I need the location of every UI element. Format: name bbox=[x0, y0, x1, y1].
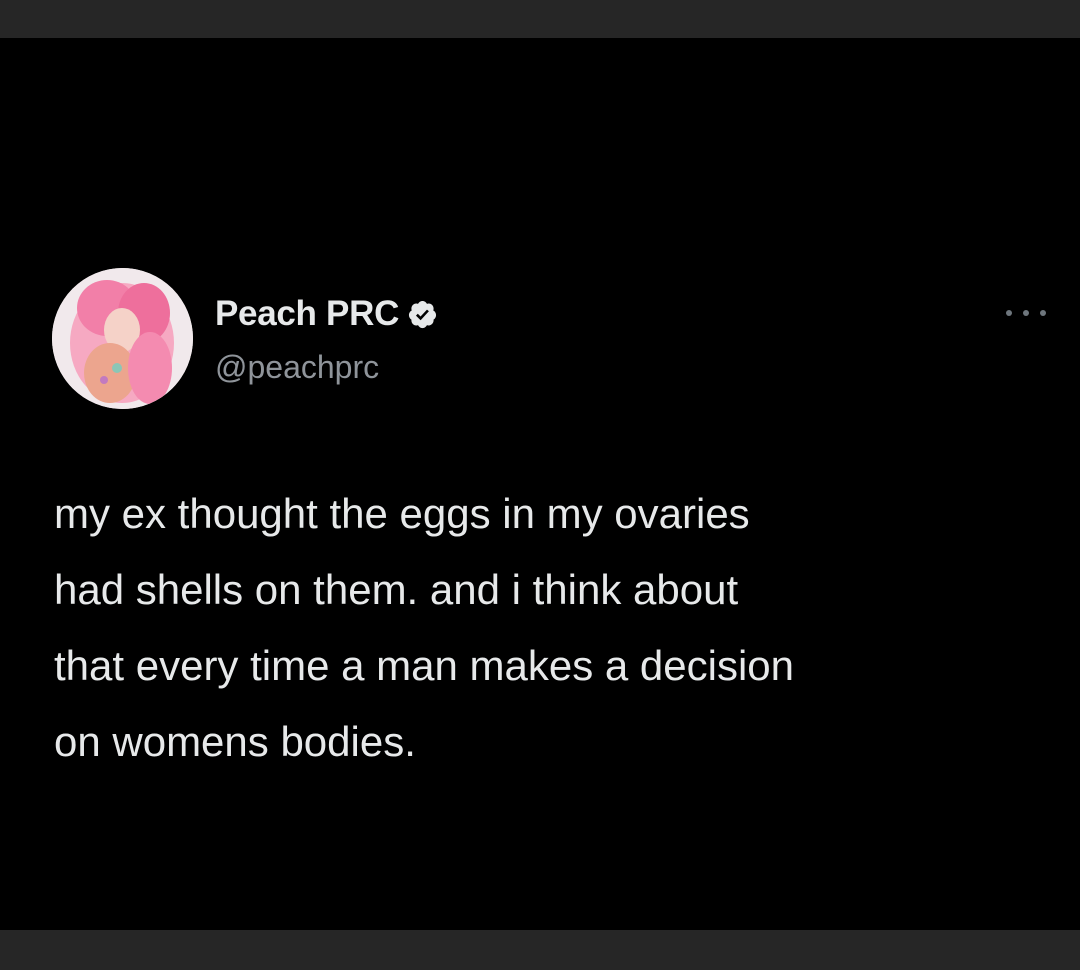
author-name-row[interactable]: Peach PRC bbox=[215, 294, 438, 334]
tweet-text: my ex thought the eggs in my ovaries had… bbox=[54, 476, 1054, 780]
more-dot bbox=[1023, 310, 1029, 316]
more-dot bbox=[1006, 310, 1012, 316]
author-display-name[interactable]: Peach PRC bbox=[215, 294, 399, 334]
tweet-text-line: that every time a man makes a decision bbox=[54, 642, 795, 689]
bottom-frame-bar bbox=[0, 930, 1080, 970]
profile-photo-icon bbox=[52, 268, 193, 409]
screenshot-frame: Peach PRC @peachprc my ex thought the eg… bbox=[0, 0, 1080, 970]
tweet-text-line: my ex thought the eggs in my ovaries bbox=[54, 490, 750, 537]
author-handle[interactable]: @peachprc bbox=[215, 349, 379, 386]
more-dot bbox=[1040, 310, 1046, 316]
verified-badge-icon bbox=[408, 300, 437, 328]
tweet-text-line: had shells on them. and i think about bbox=[54, 566, 739, 613]
top-frame-bar bbox=[0, 0, 1080, 38]
avatar[interactable] bbox=[52, 268, 193, 409]
tweet-text-line: on womens bodies. bbox=[54, 718, 416, 765]
more-options-icon[interactable] bbox=[1006, 306, 1046, 320]
tweet-card: Peach PRC @peachprc my ex thought the eg… bbox=[0, 38, 1080, 930]
